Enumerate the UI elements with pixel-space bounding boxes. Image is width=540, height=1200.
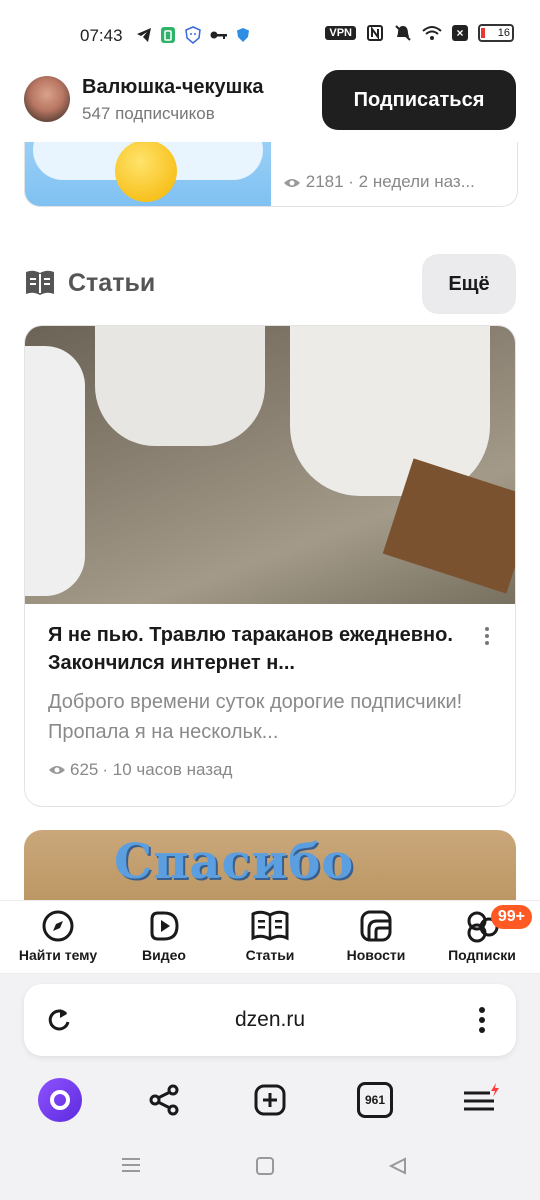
article-views: 625 — [70, 760, 99, 779]
tab-news[interactable]: Новости — [322, 909, 430, 963]
recents-icon[interactable] — [120, 1156, 142, 1174]
tab-articles[interactable]: Статьи — [216, 909, 324, 963]
article-menu-button[interactable] — [477, 624, 497, 650]
alice-button[interactable] — [32, 1072, 88, 1128]
section-header: Статьи Ещё — [24, 254, 516, 314]
battery-saver-icon — [161, 27, 175, 43]
avatar[interactable] — [24, 76, 70, 122]
previous-card-meta: 2181 · 2 недели наз... — [283, 172, 475, 192]
subscriptions-badge: 99+ — [490, 905, 532, 929]
tabs-count: 961 — [357, 1082, 393, 1118]
article-image — [25, 326, 515, 604]
alice-icon-ring — [50, 1090, 70, 1110]
battery-level: 16 — [497, 27, 510, 39]
tab-video[interactable]: Видео — [110, 909, 218, 963]
tab-label: Новости — [346, 947, 406, 963]
home-icon[interactable] — [255, 1156, 275, 1176]
plus-box-icon — [254, 1084, 286, 1116]
tab-label: Подписки — [448, 947, 516, 963]
video-play-icon — [150, 911, 179, 941]
share-button[interactable] — [136, 1072, 192, 1128]
menu-dot — [485, 627, 489, 631]
back-icon[interactable] — [388, 1156, 408, 1176]
hamburger-menu-icon — [464, 1083, 499, 1111]
new-tab-button[interactable] — [242, 1072, 298, 1128]
articles-section-icon — [26, 270, 54, 295]
article-time: · 10 часов назад — [102, 760, 233, 779]
menu-dot — [485, 641, 489, 645]
address-bar[interactable]: dzen.ru — [24, 984, 516, 1056]
browser-menu-button[interactable] — [452, 1072, 508, 1128]
key-icon — [210, 31, 227, 39]
more-vert-icon[interactable] — [478, 1006, 486, 1034]
channel-header: Валюшка-чекушка 547 подписчиков Подписат… — [0, 66, 540, 142]
article-card[interactable]: Я не пью. Травлю тараканов ежедневно. За… — [24, 325, 516, 807]
radiator-section — [290, 326, 490, 496]
article-description: Доброго времени суток дорогие подписчики… — [48, 691, 463, 743]
security-shield-icon — [237, 28, 249, 42]
status-time: 07:43 — [80, 26, 123, 45]
tab-label: Найти тему — [18, 947, 98, 963]
previous-card-time: · 2 недели наз... — [343, 172, 475, 191]
system-nav-bar — [0, 1148, 540, 1188]
tab-label: Статьи — [245, 947, 295, 963]
compass-icon — [42, 910, 74, 942]
tabs-button[interactable]: 961 — [347, 1072, 403, 1128]
tab-label: Видео — [142, 947, 186, 963]
shield-face-icon — [185, 26, 201, 44]
article-title[interactable]: Я не пью. Травлю тараканов ежедневно. За… — [48, 621, 468, 677]
alice-icon — [38, 1078, 82, 1122]
more-button[interactable]: Ещё — [422, 254, 516, 314]
news-icon — [360, 910, 392, 942]
x-box-icon: × — [452, 25, 468, 41]
share-icon — [149, 1084, 179, 1116]
status-left-icons — [136, 26, 250, 44]
channel-name[interactable]: Валюшка-чекушка — [82, 76, 263, 99]
browser-chrome: dzen.ru 961 — [0, 972, 540, 1200]
url-text[interactable]: dzen.ru — [24, 1008, 516, 1032]
nfc-icon — [367, 25, 383, 41]
telegram-icon — [137, 28, 151, 42]
previous-card-views: 2181 — [305, 172, 344, 191]
vpn-badge: VPN — [325, 26, 356, 40]
subscriber-count: 547 подписчиков — [82, 104, 215, 123]
wifi-icon — [422, 26, 442, 40]
smiley-image — [115, 140, 177, 202]
toilet-shape — [25, 346, 85, 596]
zen-tab-bar: Найти тему Видео Статьи Новости Подписки… — [0, 900, 540, 974]
mute-icon — [395, 25, 411, 41]
battery-icon: 16 — [478, 24, 514, 42]
eye-icon — [49, 766, 65, 774]
subscribe-button[interactable]: Подписаться — [322, 70, 516, 130]
tab-find-topic[interactable]: Найти тему — [4, 909, 112, 963]
section-title: Статьи — [68, 269, 156, 297]
browser-toolbar: 961 — [0, 1072, 540, 1128]
article-meta: 625 · 10 часов назад — [48, 760, 232, 780]
radiator-section — [95, 326, 265, 446]
status-bar: 07:43 VPN × 16 — [0, 0, 540, 70]
next-card-image-text: Спасибо — [114, 834, 355, 890]
status-right-icons: VPN × 16 — [325, 24, 514, 42]
articles-icon — [251, 910, 289, 941]
eye-icon — [284, 178, 300, 187]
menu-dot — [485, 634, 489, 638]
